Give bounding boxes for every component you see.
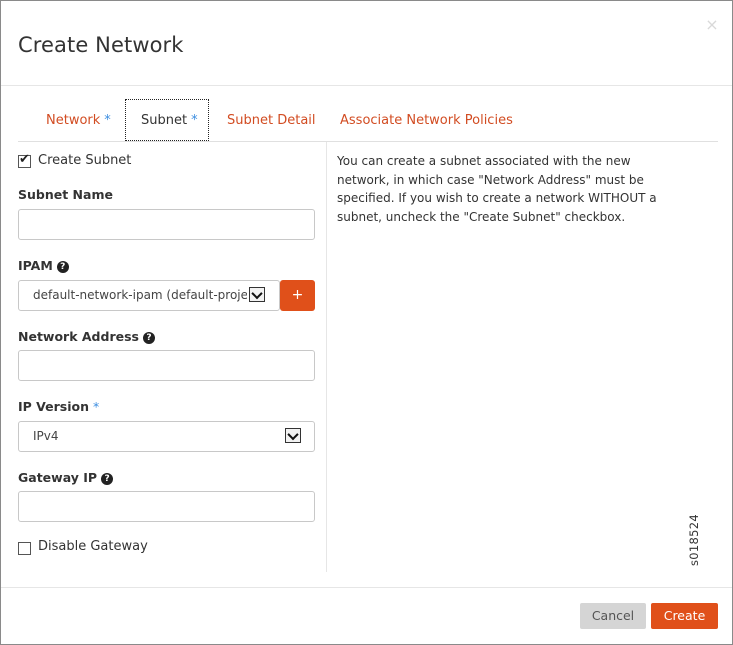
question-circle-icon[interactable]: ? [142,332,155,344]
ipam-selected-value: default-network-ipam (default-project) [33,288,247,302]
close-icon[interactable]: × [705,15,719,35]
create-subnet-label: Create Subnet [38,153,132,168]
subnet-name-label: Subnet Name [18,187,113,202]
required-marker: * [93,399,100,414]
network-address-label-text: Network Address [18,329,139,344]
column-divider [326,142,327,572]
subnet-help-text: You can create a subnet associated with … [337,154,657,224]
subnet-name-label-text: Subnet Name [18,187,113,202]
subnet-name-input[interactable] [18,209,315,240]
tab-subnet-label: Subnet [141,113,188,128]
ip-version-label-text: IP Version [18,399,90,414]
chevron-down-icon[interactable] [285,428,301,443]
gateway-ip-label-text: Gateway IP [18,470,98,485]
tab-subnet-detail[interactable]: Subnet Detail [227,113,316,128]
add-ipam-button[interactable]: + [280,280,315,311]
disable-gateway-label: Disable Gateway [38,539,148,554]
tab-associate-network-policies[interactable]: Associate Network Policies [340,113,513,128]
ipam-select[interactable]: default-network-ipam (default-project) [18,280,280,311]
create-subnet-checkbox[interactable]: ✔ [18,152,31,168]
tab-subnet-label-wrap[interactable]: Subnet * [141,113,198,128]
tab-network[interactable]: Network * [46,113,111,128]
disable-gateway-checkbox[interactable] [18,542,31,555]
ip-version-selected-value: IPv4 [33,429,59,443]
create-network-dialog: × Create Network Network * Subnet * Subnet… [0,0,733,645]
ipam-label: IPAM? [18,258,69,273]
footer-divider [1,587,732,588]
question-circle-icon[interactable]: ? [56,261,69,273]
dialog-title: Create Network [18,33,184,57]
network-address-label: Network Address? [18,329,155,344]
ip-version-select[interactable]: IPv4 [18,421,315,452]
chevron-down-icon[interactable] [249,287,265,302]
figure-id-watermark: s018524 [687,514,701,566]
tab-subnet-detail-label: Subnet Detail [227,113,316,128]
question-circle-icon[interactable]: ? [101,473,114,485]
tabs-underline [18,141,718,142]
create-button[interactable]: Create [651,603,718,629]
network-address-input[interactable] [18,350,315,381]
tab-associate-network-policies-label: Associate Network Policies [340,113,513,128]
ipam-label-text: IPAM [18,258,53,273]
ip-version-label: IP Version * [18,399,99,414]
tab-network-label: Network [46,113,101,128]
gateway-ip-label: Gateway IP? [18,470,114,485]
checkmark-icon: ✔ [19,152,30,167]
required-marker: * [191,113,198,128]
required-marker: * [104,113,111,128]
cancel-button[interactable]: Cancel [580,603,646,629]
header-divider [1,85,732,86]
gateway-ip-input[interactable] [18,491,315,522]
